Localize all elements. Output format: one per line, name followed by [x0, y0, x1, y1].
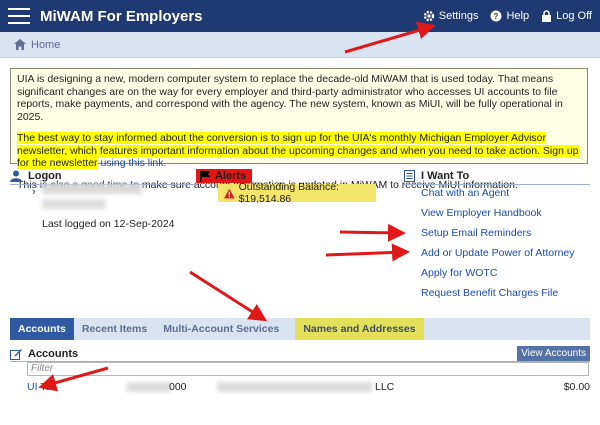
- document-icon: [404, 169, 415, 182]
- filter-input[interactable]: Filter: [27, 362, 589, 376]
- tab-multi-account-services[interactable]: Multi-Account Services: [155, 318, 287, 340]
- redacted-id: [42, 199, 106, 209]
- arrow-to-names-tab: [189, 270, 268, 322]
- table-row: UI Tax 000 LLC $0.00: [27, 381, 590, 395]
- arrow-to-power-of-attorney: [325, 243, 410, 262]
- redacted-account-name: [217, 382, 372, 392]
- account-number-suffix: 000: [169, 381, 187, 393]
- iwant-header: I Want To: [404, 167, 590, 185]
- warning-icon: [224, 188, 235, 198]
- settings-button[interactable]: Settings: [423, 10, 479, 22]
- top-actions: Settings ? Help Log Off: [411, 10, 600, 22]
- iwant-list: Chat with an Agent View Employer Handboo…: [421, 187, 575, 307]
- gear-icon: [423, 10, 434, 22]
- account-balance: $0.00: [563, 381, 590, 393]
- help-label: Help: [506, 10, 530, 22]
- tab-accounts[interactable]: Accounts: [10, 318, 74, 340]
- apply-wotc-link[interactable]: Apply for WOTC: [421, 267, 575, 287]
- power-of-attorney-link[interactable]: Add or Update Power of Attorney: [421, 247, 575, 267]
- settings-label: Settings: [438, 10, 479, 22]
- user-icon: [10, 170, 22, 182]
- employer-handbook-link[interactable]: View Employer Handbook: [421, 207, 575, 227]
- edit-icon: [10, 348, 22, 360]
- logon-title: Logon: [28, 169, 62, 182]
- benefit-charges-link[interactable]: Request Benefit Charges File: [421, 287, 575, 307]
- notice-paragraph-1: UIA is designing a new, modern computer …: [17, 73, 563, 123]
- help-icon: ?: [490, 10, 502, 22]
- redacted-account-number: [127, 382, 171, 392]
- lock-icon: [542, 10, 552, 22]
- menu-icon[interactable]: [8, 8, 30, 24]
- account-type-link[interactable]: UI Tax: [27, 381, 57, 393]
- logoff-button[interactable]: Log Off: [541, 10, 592, 22]
- email-reminders-link[interactable]: Setup Email Reminders: [421, 227, 575, 247]
- outstanding-balance-alert[interactable]: Outstanding Balance: $19,514.86: [218, 181, 376, 205]
- last-logged-text: Last logged on 12-Sep-2024: [42, 218, 175, 230]
- notice-box: UIA is designing a new, modern computer …: [10, 68, 588, 191]
- redacted-name: [42, 184, 142, 194]
- home-icon[interactable]: [14, 39, 26, 50]
- notice-paragraph-2: The best way to stay informed about the …: [17, 132, 581, 170]
- logon-header: Logon: [10, 167, 195, 185]
- logoff-label: Log Off: [556, 10, 592, 22]
- app-title: MiWAM For Employers: [40, 7, 203, 25]
- expand-icon[interactable]: ›: [32, 186, 36, 198]
- accounts-title: Accounts: [28, 347, 79, 360]
- flag-icon: [200, 170, 210, 182]
- tab-recent-items[interactable]: Recent Items: [74, 318, 155, 340]
- arrow-to-email-reminders: [339, 223, 406, 242]
- view-accounts-button[interactable]: View Accounts: [517, 346, 590, 361]
- chat-agent-link[interactable]: Chat with an Agent: [421, 187, 575, 207]
- iwant-title: I Want To: [421, 169, 470, 182]
- top-bar: MiWAM For Employers Settings ? Help Log …: [0, 0, 600, 32]
- svg-text:?: ?: [494, 12, 499, 21]
- tab-bar: Accounts Recent Items Multi-Account Serv…: [10, 318, 590, 340]
- breadcrumb: Home: [0, 32, 600, 58]
- tab-names-and-addresses[interactable]: Names and Addresses: [295, 318, 424, 340]
- accounts-header: Accounts View Accounts: [10, 346, 590, 362]
- account-name-suffix: LLC: [375, 381, 395, 393]
- balance-text: Outstanding Balance: $19,514.86: [238, 181, 339, 205]
- breadcrumb-home[interactable]: Home: [31, 39, 60, 51]
- help-button[interactable]: ? Help: [490, 10, 529, 22]
